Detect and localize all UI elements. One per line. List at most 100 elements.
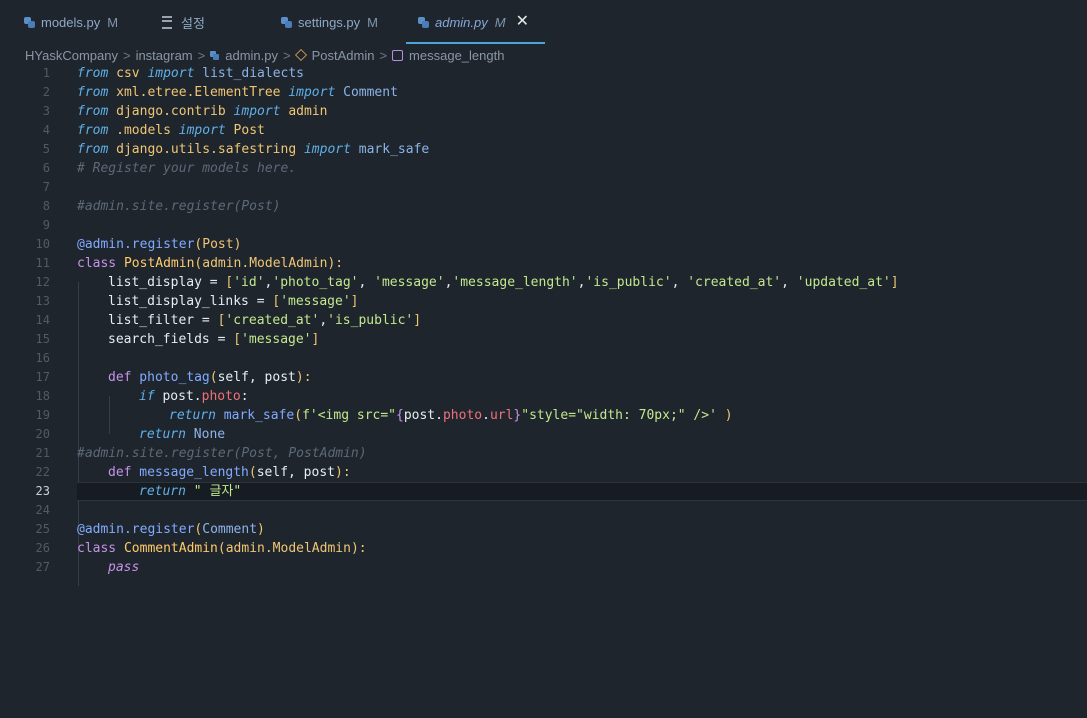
code-text[interactable]: def photo_tag(self, post): bbox=[108, 368, 312, 387]
line-number: 23 bbox=[35, 484, 50, 498]
line-number: 3 bbox=[42, 104, 50, 118]
line-number: 26 bbox=[35, 541, 50, 555]
tab-label: settings.py bbox=[298, 14, 361, 30]
line-number: 8 bbox=[42, 199, 50, 213]
code-line: 26 class CommentAdmin(admin.ModelAdmin): bbox=[0, 539, 1087, 558]
code-text[interactable]: @admin.register(Post) bbox=[77, 235, 241, 254]
code-line: 1 from csv import list_dialects bbox=[0, 64, 1087, 83]
code-line: 16 bbox=[0, 349, 1087, 368]
code-editor[interactable]: 1 from csv import list_dialects 2 from x… bbox=[0, 64, 1087, 718]
code-text[interactable]: from csv import list_dialects bbox=[77, 64, 304, 83]
tab-label: admin.py bbox=[435, 14, 488, 30]
line-number: 16 bbox=[35, 351, 50, 365]
code-text[interactable]: return " 글자" bbox=[139, 482, 241, 501]
code-line: 2 from xml.etree.ElementTree import Comm… bbox=[0, 83, 1087, 102]
modified-badge: M bbox=[494, 14, 506, 30]
code-keyword[interactable]: pass bbox=[108, 558, 139, 577]
line-number: 20 bbox=[35, 427, 50, 441]
line-number: 21 bbox=[35, 446, 50, 460]
code-text[interactable]: search_fields = ['message'] bbox=[108, 330, 319, 349]
line-number: 11 bbox=[35, 256, 50, 270]
chevron-right-icon: > bbox=[282, 47, 291, 63]
code-comment[interactable]: #admin.site.register(Post, PostAdmin) bbox=[77, 444, 367, 463]
code-line: 19 return mark_safe(f'<img src="{post.ph… bbox=[0, 406, 1087, 425]
python-icon bbox=[281, 16, 292, 28]
code-line: 4 from .models import Post bbox=[0, 121, 1087, 140]
code-line: 9 bbox=[0, 216, 1087, 235]
line-number: 1 bbox=[42, 66, 50, 80]
code-line: 18 if post.photo: bbox=[0, 387, 1087, 406]
code-text[interactable]: def message_length(self, post): bbox=[108, 463, 351, 482]
chevron-right-icon: > bbox=[197, 47, 206, 63]
method-icon bbox=[392, 49, 404, 61]
code-line: 6 # Register your models here. bbox=[0, 159, 1087, 178]
tab-settings-py[interactable]: settings.py M bbox=[281, 0, 378, 44]
line-number: 10 bbox=[35, 237, 50, 251]
tab-label: models.py bbox=[41, 14, 101, 30]
line-number: 14 bbox=[35, 313, 50, 327]
code-line: 3 from django.contrib import admin bbox=[0, 102, 1087, 121]
line-number: 18 bbox=[35, 389, 50, 403]
code-line: 15 search_fields = ['message'] bbox=[0, 330, 1087, 349]
python-icon bbox=[418, 16, 429, 28]
line-number: 5 bbox=[42, 142, 50, 156]
breadcrumb: HYaskCompany > instagram > admin.py > Po… bbox=[0, 44, 1087, 66]
chevron-right-icon: > bbox=[379, 47, 388, 63]
line-number: 13 bbox=[35, 294, 50, 308]
line-number: 6 bbox=[42, 161, 50, 175]
chevron-right-icon: > bbox=[122, 47, 131, 63]
code-line: 22 def message_length(self, post): bbox=[0, 463, 1087, 482]
breadcrumb-item-file[interactable]: admin.py bbox=[225, 48, 278, 63]
breadcrumb-item-class[interactable]: PostAdmin bbox=[312, 48, 375, 63]
python-icon bbox=[24, 16, 35, 28]
python-icon bbox=[210, 50, 220, 60]
code-line: 25 @admin.register(Comment) bbox=[0, 520, 1087, 539]
code-text[interactable]: class PostAdmin(admin.ModelAdmin): bbox=[77, 254, 343, 273]
breadcrumb-item-method[interactable]: message_length bbox=[409, 48, 504, 63]
line-number: 22 bbox=[35, 465, 50, 479]
code-line: 27 pass bbox=[0, 558, 1087, 577]
line-number: 15 bbox=[35, 332, 50, 346]
line-number: 17 bbox=[35, 370, 50, 384]
code-text[interactable]: from django.utils.safestring import mark… bbox=[77, 140, 429, 159]
tab-models-py[interactable]: models.py M bbox=[24, 0, 118, 44]
code-text[interactable]: from .models import Post bbox=[77, 121, 265, 140]
code-text[interactable]: list_display_links = ['message'] bbox=[108, 292, 358, 311]
code-line: 23 return " 글자" bbox=[0, 482, 1087, 501]
code-text[interactable]: return None bbox=[139, 425, 225, 444]
modified-badge: M bbox=[107, 14, 119, 30]
code-text[interactable]: if post.photo: bbox=[139, 387, 249, 406]
class-icon bbox=[294, 48, 307, 62]
breadcrumb-item-folder[interactable]: instagram bbox=[136, 48, 193, 63]
tab-label: 설정 bbox=[181, 15, 205, 31]
line-number: 12 bbox=[35, 275, 50, 289]
code-text[interactable]: class CommentAdmin(admin.ModelAdmin): bbox=[77, 539, 367, 558]
line-number: 19 bbox=[35, 408, 50, 422]
line-number: 24 bbox=[35, 503, 50, 517]
code-line: 11 class PostAdmin(admin.ModelAdmin): bbox=[0, 254, 1087, 273]
modified-badge: M bbox=[367, 14, 378, 30]
tab-admin-py[interactable]: admin.py M ✕ bbox=[406, 0, 545, 44]
code-text[interactable]: @admin.register(Comment) bbox=[77, 520, 265, 539]
code-line: 8 #admin.site.register(Post) bbox=[0, 197, 1087, 216]
code-comment[interactable]: # Register your models here. bbox=[77, 159, 296, 178]
code-line: 17 def photo_tag(self, post): bbox=[0, 368, 1087, 387]
settings-icon bbox=[162, 15, 172, 29]
breadcrumb-item-workspace[interactable]: HYaskCompany bbox=[25, 48, 118, 63]
code-text[interactable]: from xml.etree.ElementTree import Commen… bbox=[77, 83, 398, 102]
code-line: 14 list_filter = ['created_at','is_publi… bbox=[0, 311, 1087, 330]
close-icon[interactable]: ✕ bbox=[516, 14, 529, 30]
code-comment[interactable]: #admin.site.register(Post) bbox=[77, 197, 281, 216]
line-number: 25 bbox=[35, 522, 50, 536]
line-number: 7 bbox=[42, 180, 50, 194]
code-line: 21 #admin.site.register(Post, PostAdmin) bbox=[0, 444, 1087, 463]
tab-bar: models.py M 설정 settings.py M admin.py M … bbox=[0, 0, 1087, 44]
code-text[interactable]: return mark_safe(f'<img src="{post.photo… bbox=[169, 406, 733, 425]
code-text[interactable]: list_display = ['id','photo_tag', 'messa… bbox=[108, 273, 899, 292]
code-line: 10 @admin.register(Post) bbox=[0, 235, 1087, 254]
code-line: 7 bbox=[0, 178, 1087, 197]
tab-settings-ui[interactable]: 설정 bbox=[162, 0, 205, 44]
code-text[interactable]: list_filter = ['created_at','is_public'] bbox=[108, 311, 421, 330]
line-number: 27 bbox=[35, 560, 50, 574]
code-text[interactable]: from django.contrib import admin bbox=[77, 102, 327, 121]
